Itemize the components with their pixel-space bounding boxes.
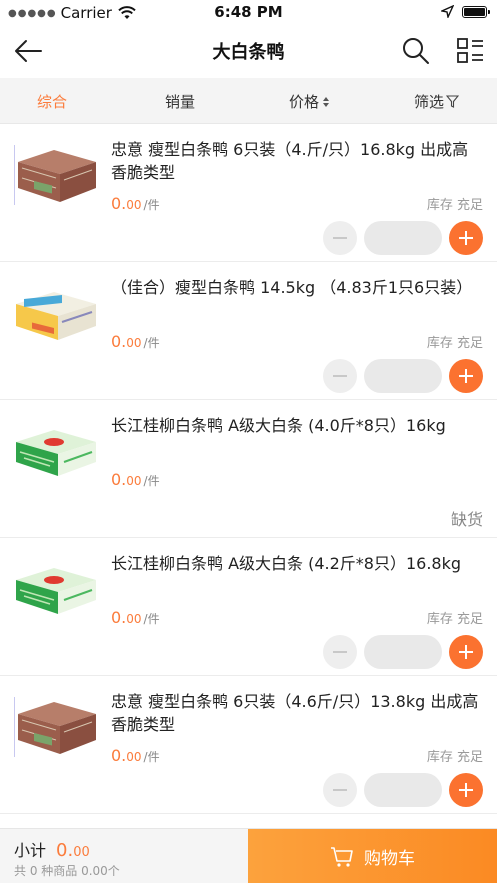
subtotal-label: 小计 bbox=[14, 841, 47, 860]
stock-status: 库存 充足 bbox=[426, 198, 483, 213]
nav-bar: 大白条鸭 bbox=[0, 24, 497, 78]
quantity-input[interactable] bbox=[364, 635, 442, 669]
product-name: 长江桂柳白条鸭 A级大白条 (4.0斤*8只）16kg bbox=[111, 416, 446, 435]
subtotal-amount: 0.00 bbox=[56, 840, 90, 861]
product-item[interactable]: 忠意 瘦型白条鸭 6只装（4.斤/只）16.8kg 出成高 香脆类型 0. 00/… bbox=[0, 124, 497, 262]
filter-label: 销量 bbox=[165, 93, 196, 111]
price-integer: 0. bbox=[111, 332, 127, 351]
product-price: 0. 00/件 bbox=[111, 470, 160, 489]
status-right bbox=[441, 5, 490, 18]
stock-status: 库存 充足 bbox=[426, 612, 483, 627]
funnel-icon bbox=[446, 95, 460, 108]
stock-status: 库存 充足 bbox=[426, 750, 483, 765]
shopping-cart-icon bbox=[331, 846, 353, 867]
product-name: 长江桂柳白条鸭 A级大白条 (4.2斤*8只）16.8kg bbox=[111, 554, 462, 573]
quantity-input[interactable] bbox=[364, 773, 442, 807]
product-item[interactable]: （佳合）瘦型白条鸭 14.5kg （4.83斤1只6只装） 0. 00/件 库存 … bbox=[0, 262, 497, 400]
increase-button[interactable] bbox=[449, 773, 483, 807]
cart-button[interactable]: 购物车 bbox=[248, 829, 497, 883]
price-integer: 0. bbox=[111, 746, 127, 765]
price-unit: /件 bbox=[143, 612, 160, 626]
layout-toggle-icon[interactable] bbox=[455, 36, 485, 66]
price-unit: /件 bbox=[143, 750, 160, 764]
product-item[interactable]: 长江桂柳白条鸭 A级大白条 (4.2斤*8只）16.8kg 0. 00/件 库存 … bbox=[0, 538, 497, 676]
decrease-button[interactable] bbox=[323, 635, 357, 669]
price-integer: 0. bbox=[111, 470, 127, 489]
location-arrow-icon bbox=[441, 5, 454, 18]
filter-screen[interactable]: 筛选 bbox=[414, 91, 460, 112]
price-integer: 0. bbox=[111, 194, 127, 213]
price-unit: /件 bbox=[143, 198, 160, 212]
cart-summary-bar: 小计 0.00 共 0 种商品 0.00个 购物车 bbox=[0, 828, 497, 883]
product-price: 0. 00/件 bbox=[111, 608, 160, 627]
product-price: 0. 00/件 bbox=[111, 194, 160, 213]
subtotal-integer: 0. bbox=[56, 840, 74, 861]
filter-sales[interactable]: 销量 bbox=[165, 91, 195, 112]
quantity-input[interactable] bbox=[364, 359, 442, 393]
subtotal-decimal: 00 bbox=[73, 845, 90, 860]
filter-label: 综合 bbox=[37, 93, 68, 111]
filter-bar: 综合 销量 价格 筛选 bbox=[0, 78, 497, 124]
decrease-button[interactable] bbox=[323, 221, 357, 255]
battery-icon bbox=[462, 5, 490, 18]
quantity-input[interactable] bbox=[364, 221, 442, 255]
green-box-product-image bbox=[16, 568, 96, 614]
increase-button[interactable] bbox=[449, 221, 483, 255]
sort-arrows-icon bbox=[323, 96, 330, 107]
out-of-stock-label: 缺货 bbox=[450, 510, 483, 529]
status-bar: ●●●●● Carrier 6:48 PM bbox=[0, 0, 497, 24]
filter-comprehensive[interactable]: 综合 bbox=[37, 91, 67, 112]
subtotal: 小计 0.00 bbox=[14, 837, 90, 861]
decrease-button[interactable] bbox=[323, 773, 357, 807]
product-list: 忠意 瘦型白条鸭 6只装（4.斤/只）16.8kg 出成高 香脆类型 0. 00/… bbox=[0, 124, 497, 814]
red-box-product-image bbox=[14, 697, 96, 757]
product-item[interactable]: 忠意 瘦型白条鸭 6只装（4.6斤/只）13.8kg 出成高 香脆类型 0. 00… bbox=[0, 676, 497, 814]
white-box-product-image bbox=[16, 292, 96, 340]
stock-status: 库存 充足 bbox=[426, 336, 483, 351]
product-name: （佳合）瘦型白条鸭 14.5kg （4.83斤1只6只装） bbox=[111, 278, 473, 297]
cart-button-label: 购物车 bbox=[364, 849, 415, 869]
cart-item-summary: 共 0 种商品 0.00个 bbox=[14, 864, 120, 878]
price-unit: /件 bbox=[143, 336, 160, 350]
product-name: 忠意 瘦型白条鸭 6只装（4.斤/只）16.8kg 出成高 香脆类型 bbox=[111, 140, 469, 182]
increase-button[interactable] bbox=[449, 635, 483, 669]
product-price: 0. 00/件 bbox=[111, 746, 160, 765]
price-decimal: 00 bbox=[126, 198, 142, 212]
product-item[interactable]: 长江桂柳白条鸭 A级大白条 (4.0斤*8只）16kg 0. 00/件 缺货 bbox=[0, 400, 497, 538]
product-price: 0. 00/件 bbox=[111, 332, 160, 351]
search-icon[interactable] bbox=[401, 36, 431, 66]
price-unit: /件 bbox=[143, 474, 160, 488]
clock: 6:48 PM bbox=[214, 3, 283, 21]
filter-label: 价格 bbox=[289, 93, 320, 111]
decrease-button[interactable] bbox=[323, 359, 357, 393]
back-arrow-icon[interactable] bbox=[12, 36, 44, 66]
red-box-product-image bbox=[14, 145, 96, 205]
product-name: 忠意 瘦型白条鸭 6只装（4.6斤/只）13.8kg 出成高 香脆类型 bbox=[111, 692, 479, 734]
price-decimal: 00 bbox=[126, 612, 142, 626]
filter-price[interactable]: 价格 bbox=[289, 91, 330, 112]
price-integer: 0. bbox=[111, 608, 127, 627]
price-decimal: 00 bbox=[126, 750, 142, 764]
price-decimal: 00 bbox=[126, 474, 142, 488]
filter-label: 筛选 bbox=[414, 93, 445, 111]
price-decimal: 00 bbox=[126, 336, 142, 350]
increase-button[interactable] bbox=[449, 359, 483, 393]
green-box-product-image bbox=[16, 430, 96, 476]
